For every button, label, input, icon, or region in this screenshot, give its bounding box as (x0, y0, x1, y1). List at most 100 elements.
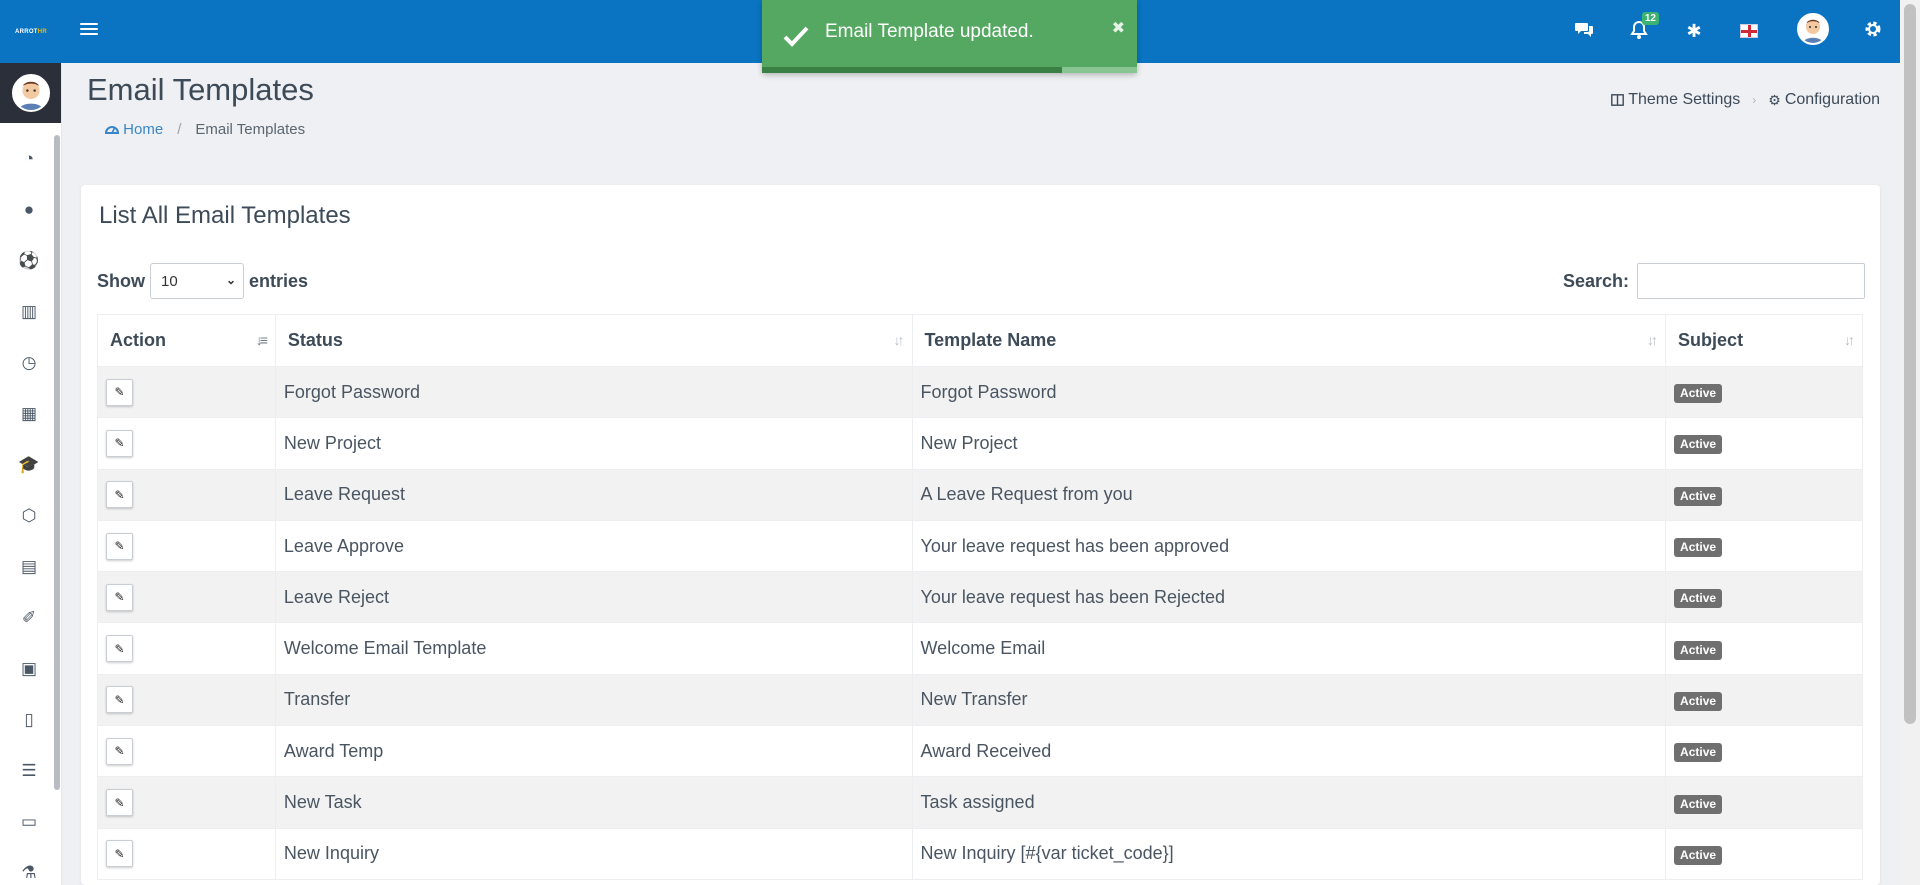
template-name-cell: New Inquiry [#{var ticket_code}] (911, 827, 1667, 880)
status-badge: Active (1674, 538, 1723, 558)
edit-button[interactable]: ✎ (106, 378, 133, 406)
pencil-icon: ✎ (114, 641, 125, 656)
theme-settings-link[interactable]: Theme Settings (1611, 91, 1740, 109)
card-title: List All Email Templates (99, 202, 351, 229)
status-cell: New Project (274, 417, 913, 470)
template-name-cell: A Leave Request from you (911, 468, 1667, 521)
status-badge: Active (1674, 845, 1723, 865)
table-row: ✎ Leave Approve Your leave request has bee… (97, 519, 1863, 573)
edit-button[interactable]: ✎ (106, 583, 133, 611)
table-row: ✎ Leave Request A Leave Request from you Ac… (97, 468, 1863, 521)
table-row: ✎ Leave Reject Your leave request has been… (97, 571, 1863, 624)
sidebar-scrollbar[interactable] (54, 135, 60, 790)
edit-button[interactable]: ✎ (106, 840, 133, 868)
templates-table: Action ↓≡ Status ↓↑ Template Name ↓↑ Subjec… (97, 314, 1863, 880)
table-row: ✎ New Task Task assigned Active (97, 776, 1863, 829)
chat-icon[interactable] (1573, 20, 1595, 42)
edit-button[interactable]: ✎ (106, 429, 133, 457)
flag-icon[interactable] (1740, 24, 1758, 38)
avatar[interactable] (11, 74, 50, 112)
page-title: Email Templates (87, 72, 314, 107)
pencil-icon: ✎ (114, 590, 125, 605)
bell-icon[interactable]: 12 (1628, 12, 1659, 42)
user-icon[interactable]: ● (18, 199, 40, 221)
status-cell: Leave Request (274, 468, 913, 521)
app-logo[interactable]: ARROTHR (0, 0, 62, 63)
success-toast: Email Template updated. ✖ (762, 0, 1137, 73)
page-scrollbar[interactable] (1900, 0, 1920, 885)
graduation-cap-icon[interactable]: 🎓 (18, 454, 40, 476)
ticket-icon[interactable]: ✐ (18, 607, 40, 629)
edit-button[interactable]: ✎ (106, 737, 133, 765)
breadcrumb: Home / Email Templates (104, 121, 305, 138)
toast-progress (762, 67, 1137, 73)
dashboard-icon (104, 126, 120, 134)
status-badge: Active (1674, 435, 1723, 455)
edit-button[interactable]: ✎ (106, 532, 133, 560)
pencil-icon: ✎ (114, 436, 125, 451)
check-icon (783, 26, 809, 47)
status-badge: Active (1674, 743, 1723, 763)
clock-icon[interactable]: ◷ (18, 352, 40, 374)
pencil-icon: ✎ (114, 487, 125, 502)
template-name-cell: Forgot Password (911, 365, 1667, 419)
table-row: ✎ New Inquiry New Inquiry [#{var ticket_co… (97, 827, 1863, 880)
soccer-ball-icon[interactable]: ⚽ (18, 250, 40, 272)
sort-asc-icon: ↓≡ (255, 332, 268, 348)
breadcrumb-home[interactable]: Home (104, 121, 163, 138)
email-templates-card: List All Email Templates Show 10 ⌄ entri… (81, 185, 1880, 885)
gear-icon: ⚙ (1768, 91, 1781, 108)
table-row: ✎ Welcome Email Template Welcome Email Acti… (97, 622, 1863, 675)
edit-button[interactable]: ✎ (106, 686, 133, 714)
sidebar-user[interactable] (0, 63, 61, 123)
status-badge: Active (1674, 384, 1723, 404)
top-links: Theme Settings › ⚙ Configuration (1611, 91, 1880, 109)
status-cell: Award Temp (274, 725, 913, 778)
sidebar: ◔ ● ⚽ ▥ ◷ ▦ 🎓 ⬡ ▤ ✐ ▣ ▯ ☰ ▭ ⚗ (0, 63, 62, 885)
newspaper-icon[interactable]: ▣ (18, 658, 40, 680)
status-cell: Forgot Password (274, 365, 913, 419)
edit-button[interactable]: ✎ (106, 481, 133, 509)
entries-length: Show 10 ⌄ entries (97, 263, 308, 299)
calculator-icon[interactable]: ▦ (18, 403, 40, 425)
search-box: Search: (1563, 263, 1865, 299)
col-header-subject[interactable]: Subject ↓↑ (1665, 314, 1863, 367)
gear-icon[interactable] (1862, 20, 1884, 42)
template-name-cell: Your leave request has been approved (911, 519, 1667, 573)
status-cell: Leave Reject (274, 571, 913, 624)
col-header-action[interactable]: Action ↓≡ (97, 314, 276, 367)
menu-toggle-icon[interactable] (80, 20, 98, 42)
col-header-status[interactable]: Status ↓↑ (274, 314, 913, 367)
col-header-template-name[interactable]: Template Name ↓↑ (911, 314, 1667, 367)
flask-icon[interactable]: ⚗ (18, 862, 40, 884)
status-badge: Active (1674, 794, 1723, 814)
pencil-icon: ✎ (114, 385, 125, 400)
calendar-icon[interactable]: ▤ (18, 556, 40, 578)
status-badge: Active (1674, 589, 1723, 609)
edit-button[interactable]: ✎ (106, 635, 133, 663)
search-input[interactable] (1637, 263, 1865, 299)
sort-icon: ↓↑ (1647, 332, 1658, 348)
configuration-link[interactable]: ⚙ Configuration (1768, 91, 1880, 109)
status-cell: Transfer (274, 673, 913, 727)
template-name-cell: Your leave request has been Rejected (911, 571, 1667, 624)
list-icon[interactable]: ☰ (18, 760, 40, 782)
notification-count-badge: 12 (1641, 12, 1659, 25)
dashboard-icon[interactable]: ◔ (18, 148, 40, 170)
asterisk-icon[interactable]: ✱ (1683, 20, 1705, 42)
status-badge: Active (1674, 691, 1723, 711)
user-avatar[interactable] (1797, 13, 1829, 45)
document-icon[interactable]: ▯ (18, 709, 40, 731)
edit-button[interactable]: ✎ (106, 789, 133, 817)
close-icon[interactable]: ✖ (1112, 18, 1125, 38)
building-icon[interactable]: ▥ (18, 301, 40, 323)
status-badge: Active (1674, 640, 1723, 660)
money-icon[interactable]: ▭ (18, 811, 40, 833)
status-cell: New Task (274, 776, 913, 829)
pencil-icon: ✎ (114, 539, 125, 554)
table-row: ✎ Award Temp Award Received Active (97, 725, 1863, 778)
box-icon[interactable]: ⬡ (18, 505, 40, 527)
status-cell: Leave Approve (274, 519, 913, 573)
entries-select[interactable]: 10 (150, 263, 244, 299)
template-name-cell: New Transfer (911, 673, 1667, 727)
